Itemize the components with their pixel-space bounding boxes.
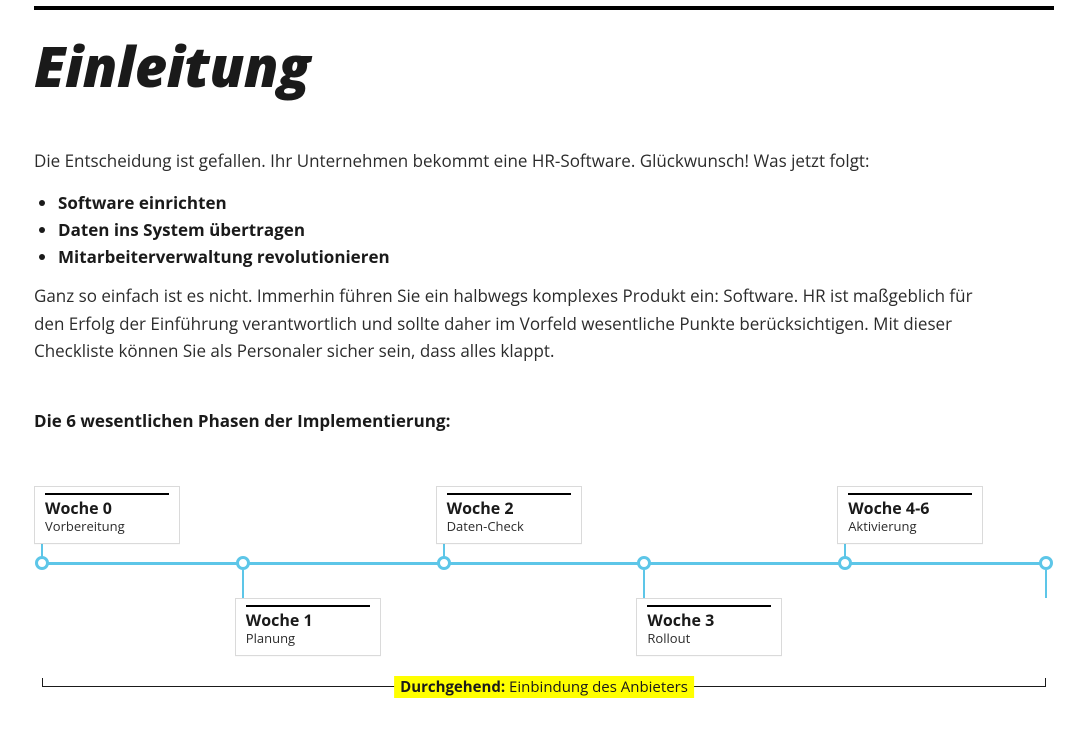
bullet-item: Mitarbeiterverwaltung revolutionieren <box>58 245 1054 268</box>
page: Einleitung Die Entscheidung ist gefallen… <box>0 6 1088 729</box>
phase-card: Woche 4-6Aktivierung <box>837 486 983 544</box>
bullet-item: Daten ins System übertragen <box>58 218 1054 241</box>
timeline-phase: Nach Woche 4Evaluierung <box>1046 454 1088 674</box>
timeline-stem <box>242 570 244 598</box>
card-overline <box>647 605 771 607</box>
phase-card: Woche 0Vorbereitung <box>34 486 180 544</box>
phase-title: Woche 4-6 <box>848 499 972 518</box>
phase-card: Woche 1Planung <box>235 598 381 656</box>
phase-title: Woche 3 <box>647 611 771 630</box>
timeline-stem <box>643 570 645 598</box>
timeline-bracket: Durchgehend: Einbindung des Anbieters <box>42 678 1046 718</box>
timeline-dot-icon <box>35 556 49 570</box>
phase-card: Woche 3Rollout <box>636 598 782 656</box>
body-paragraph: Ganz so einfach ist es nicht. Immerhin f… <box>34 282 1004 365</box>
timeline-dot-icon <box>437 556 451 570</box>
phase-title: Woche 0 <box>45 499 169 518</box>
phase-subtitle: Daten-Check <box>447 519 571 535</box>
timeline-dot-icon <box>1039 556 1053 570</box>
page-title: Einleitung <box>34 28 1054 104</box>
card-overline <box>246 605 370 607</box>
timeline: Woche 0VorbereitungWoche 1PlanungWoche 2… <box>34 454 1054 674</box>
throughout-rest: Einbindung des Anbieters <box>505 677 688 697</box>
timeline-dot-icon <box>637 556 651 570</box>
phase-subtitle: Vorbereitung <box>45 519 169 535</box>
timeline-stem <box>1045 570 1047 598</box>
timeline-phase: Woche 4-6Aktivierung <box>845 454 1025 674</box>
intro-paragraph: Die Entscheidung ist gefallen. Ihr Unter… <box>34 148 1054 174</box>
throughout-bold: Durchgehend: <box>400 677 505 697</box>
timeline-phase: Woche 1Planung <box>243 454 423 674</box>
phases-heading: Die 6 wesentlichen Phasen der Implementi… <box>34 409 1054 432</box>
card-overline <box>45 493 169 495</box>
phase-card: Woche 2Daten-Check <box>436 486 582 544</box>
timeline-dot-icon <box>838 556 852 570</box>
card-overline <box>447 493 571 495</box>
phase-subtitle: Rollout <box>647 631 771 647</box>
top-rule <box>34 6 1054 10</box>
timeline-dot-icon <box>236 556 250 570</box>
throughout-label: Durchgehend: Einbindung des Anbieters <box>394 676 694 698</box>
phase-title: Woche 2 <box>447 499 571 518</box>
phase-subtitle: Planung <box>246 631 370 647</box>
timeline-phase: Woche 3Rollout <box>644 454 824 674</box>
phase-subtitle: Aktivierung <box>848 519 972 535</box>
timeline-phase: Woche 2Daten-Check <box>444 454 624 674</box>
timeline-phase: Woche 0Vorbereitung <box>42 454 222 674</box>
phase-title: Woche 1 <box>246 611 370 630</box>
card-overline <box>848 493 972 495</box>
intro-bullets: Software einrichten Daten ins System übe… <box>34 191 1054 268</box>
bullet-item: Software einrichten <box>58 191 1054 214</box>
